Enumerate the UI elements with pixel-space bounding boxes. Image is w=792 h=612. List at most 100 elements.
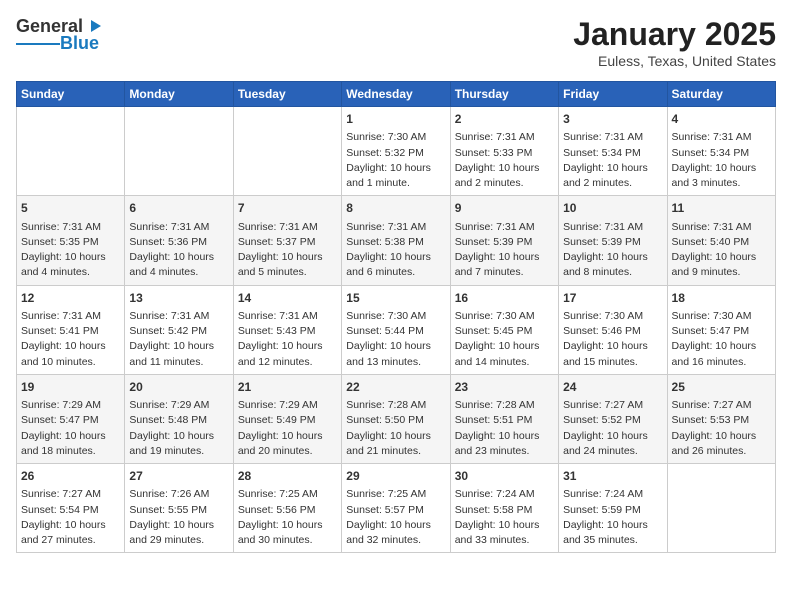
day-number: 23 [455, 379, 554, 396]
calendar-cell: 15Sunrise: 7:30 AMSunset: 5:44 PMDayligh… [342, 285, 450, 374]
calendar-cell: 22 Sunrise: 7:28 AMSunset: 5:50 PMDayligh… [342, 374, 450, 463]
calendar-body: 1 Sunrise: 7:30 AMSunset: 5:32 PMDaylight… [17, 107, 776, 553]
calendar-cell: 19 Sunrise: 7:29 AMSunset: 5:47 PMDayligh… [17, 374, 125, 463]
day-number: 29 [346, 468, 445, 485]
day-info: Sunrise: 7:31 AMSunset: 5:37 PMDaylight:… [238, 220, 337, 281]
calendar-week-5: 26Sunrise: 7:27 AMSunset: 5:54 PMDayligh… [17, 464, 776, 553]
day-number: 9 [455, 200, 554, 217]
day-info: Sunrise: 7:31 AMSunset: 5:43 PMDaylight:… [238, 309, 337, 370]
day-number: 13 [129, 290, 228, 307]
calendar-cell: 24 Sunrise: 7:27 AMSunset: 5:52 PMDayligh… [559, 374, 667, 463]
day-info: Sunrise: 7:31 AMSunset: 5:34 PMDaylight:… [563, 130, 662, 191]
day-info: Sunrise: 7:29 AMSunset: 5:49 PMDaylight:… [238, 398, 337, 459]
day-number: 26 [21, 468, 120, 485]
calendar-cell [233, 107, 341, 196]
day-info: Sunrise: 7:25 AMSunset: 5:57 PMDaylight:… [346, 487, 445, 548]
calendar-cell: 1 Sunrise: 7:30 AMSunset: 5:32 PMDaylight… [342, 107, 450, 196]
day-number: 4 [672, 111, 771, 128]
logo-underline [16, 43, 60, 45]
day-info: Sunrise: 7:29 AMSunset: 5:48 PMDaylight:… [129, 398, 228, 459]
day-info: Sunrise: 7:28 AMSunset: 5:50 PMDaylight:… [346, 398, 445, 459]
day-number: 27 [129, 468, 228, 485]
day-info: Sunrise: 7:31 AMSunset: 5:36 PMDaylight:… [129, 220, 228, 281]
calendar-cell: 16 Sunrise: 7:30 AMSunset: 5:45 PMDayligh… [450, 285, 558, 374]
calendar-cell: 27 Sunrise: 7:26 AMSunset: 5:55 PMDayligh… [125, 464, 233, 553]
calendar-week-3: 12 Sunrise: 7:31 AMSunset: 5:41 PMDayligh… [17, 285, 776, 374]
calendar-week-1: 1 Sunrise: 7:30 AMSunset: 5:32 PMDaylight… [17, 107, 776, 196]
calendar-cell: 17Sunrise: 7:30 AMSunset: 5:46 PMDayligh… [559, 285, 667, 374]
day-number: 31 [563, 468, 662, 485]
calendar-cell: 29 Sunrise: 7:25 AMSunset: 5:57 PMDayligh… [342, 464, 450, 553]
header-sunday: Sunday [17, 82, 125, 107]
calendar-cell: 5 Sunrise: 7:31 AMSunset: 5:35 PMDaylight… [17, 196, 125, 285]
calendar-cell: 11 Sunrise: 7:31 AMSunset: 5:40 PMDayligh… [667, 196, 775, 285]
calendar-cell: 9 Sunrise: 7:31 AMSunset: 5:39 PMDaylight… [450, 196, 558, 285]
calendar-cell: 4 Sunrise: 7:31 AMSunset: 5:34 PMDaylight… [667, 107, 775, 196]
calendar-cell: 25Sunrise: 7:27 AMSunset: 5:53 PMDayligh… [667, 374, 775, 463]
day-info: Sunrise: 7:31 AMSunset: 5:42 PMDaylight:… [129, 309, 228, 370]
calendar-title: January 2025 [573, 16, 776, 53]
calendar-subtitle: Euless, Texas, United States [573, 53, 776, 69]
header-friday: Friday [559, 82, 667, 107]
day-number: 20 [129, 379, 228, 396]
logo-blue-text: Blue [60, 33, 99, 54]
day-number: 19 [21, 379, 120, 396]
day-info: Sunrise: 7:31 AMSunset: 5:33 PMDaylight:… [455, 130, 554, 191]
calendar-cell: 18Sunrise: 7:30 AMSunset: 5:47 PMDayligh… [667, 285, 775, 374]
header-row: SundayMondayTuesdayWednesdayThursdayFrid… [17, 82, 776, 107]
day-info: Sunrise: 7:31 AMSunset: 5:38 PMDaylight:… [346, 220, 445, 281]
day-info: Sunrise: 7:27 AMSunset: 5:52 PMDaylight:… [563, 398, 662, 459]
day-info: Sunrise: 7:29 AMSunset: 5:47 PMDaylight:… [21, 398, 120, 459]
logo: General Blue [16, 16, 103, 54]
day-info: Sunrise: 7:31 AMSunset: 5:39 PMDaylight:… [455, 220, 554, 281]
calendar-cell [125, 107, 233, 196]
calendar-cell: 7 Sunrise: 7:31 AMSunset: 5:37 PMDaylight… [233, 196, 341, 285]
day-number: 5 [21, 200, 120, 217]
day-number: 8 [346, 200, 445, 217]
calendar-cell: 13 Sunrise: 7:31 AMSunset: 5:42 PMDayligh… [125, 285, 233, 374]
calendar-header: SundayMondayTuesdayWednesdayThursdayFrid… [17, 82, 776, 107]
day-number: 24 [563, 379, 662, 396]
day-number: 3 [563, 111, 662, 128]
day-number: 6 [129, 200, 228, 217]
day-number: 10 [563, 200, 662, 217]
calendar-cell: 20 Sunrise: 7:29 AMSunset: 5:48 PMDayligh… [125, 374, 233, 463]
day-info: Sunrise: 7:31 AMSunset: 5:34 PMDaylight:… [672, 130, 771, 191]
calendar-week-4: 19 Sunrise: 7:29 AMSunset: 5:47 PMDayligh… [17, 374, 776, 463]
day-number: 1 [346, 111, 445, 128]
day-info: Sunrise: 7:28 AMSunset: 5:51 PMDaylight:… [455, 398, 554, 459]
calendar-cell: 31 Sunrise: 7:24 AMSunset: 5:59 PMDayligh… [559, 464, 667, 553]
calendar-cell: 26Sunrise: 7:27 AMSunset: 5:54 PMDayligh… [17, 464, 125, 553]
calendar-cell: 10 Sunrise: 7:31 AMSunset: 5:39 PMDayligh… [559, 196, 667, 285]
calendar-cell [667, 464, 775, 553]
day-number: 11 [672, 200, 771, 217]
header-monday: Monday [125, 82, 233, 107]
day-info: Sunrise: 7:30 AMSunset: 5:32 PMDaylight:… [346, 130, 445, 191]
day-info: Sunrise: 7:31 AMSunset: 5:35 PMDaylight:… [21, 220, 120, 281]
day-number: 16 [455, 290, 554, 307]
calendar-cell: 30 Sunrise: 7:24 AMSunset: 5:58 PMDayligh… [450, 464, 558, 553]
day-number: 22 [346, 379, 445, 396]
calendar-cell: 3 Sunrise: 7:31 AMSunset: 5:34 PMDaylight… [559, 107, 667, 196]
title-block: January 2025 Euless, Texas, United State… [573, 16, 776, 69]
day-info: Sunrise: 7:31 AMSunset: 5:40 PMDaylight:… [672, 220, 771, 281]
day-number: 28 [238, 468, 337, 485]
calendar-week-2: 5 Sunrise: 7:31 AMSunset: 5:35 PMDaylight… [17, 196, 776, 285]
calendar-cell: 2 Sunrise: 7:31 AMSunset: 5:33 PMDaylight… [450, 107, 558, 196]
day-info: Sunrise: 7:26 AMSunset: 5:55 PMDaylight:… [129, 487, 228, 548]
day-info: Sunrise: 7:31 AMSunset: 5:41 PMDaylight:… [21, 309, 120, 370]
day-number: 30 [455, 468, 554, 485]
calendar-cell: 14 Sunrise: 7:31 AMSunset: 5:43 PMDayligh… [233, 285, 341, 374]
day-number: 14 [238, 290, 337, 307]
day-info: Sunrise: 7:24 AMSunset: 5:58 PMDaylight:… [455, 487, 554, 548]
day-info: Sunrise: 7:31 AMSunset: 5:39 PMDaylight:… [563, 220, 662, 281]
day-number: 2 [455, 111, 554, 128]
calendar-cell: 8 Sunrise: 7:31 AMSunset: 5:38 PMDaylight… [342, 196, 450, 285]
day-number: 12 [21, 290, 120, 307]
day-info: Sunrise: 7:30 AMSunset: 5:45 PMDaylight:… [455, 309, 554, 370]
day-info: Sunrise: 7:24 AMSunset: 5:59 PMDaylight:… [563, 487, 662, 548]
header-saturday: Saturday [667, 82, 775, 107]
calendar-table: SundayMondayTuesdayWednesdayThursdayFrid… [16, 81, 776, 553]
day-number: 17 [563, 290, 662, 307]
day-number: 7 [238, 200, 337, 217]
